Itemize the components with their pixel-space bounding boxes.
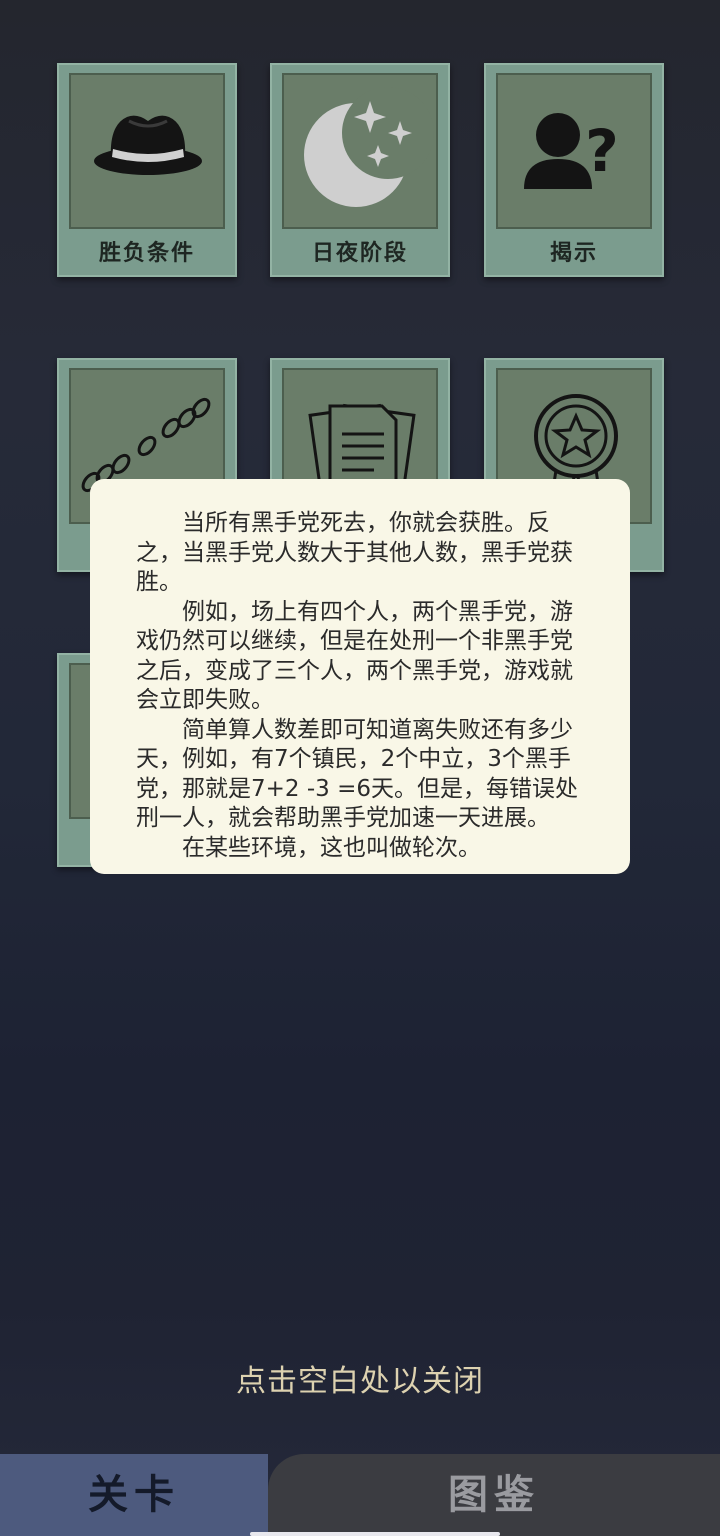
popup-paragraph: 简单算人数差即可知道离失败还有多少天，例如，有7个镇民，2个中立，3个黑手党，那… bbox=[136, 716, 578, 832]
popup-paragraph: 当所有黑手党死去，你就会获胜。反之，当黑手党人数大于其他人数，黑手党获胜。 bbox=[136, 510, 573, 595]
popup-paragraph: 在某些环境，这也叫做轮次。 bbox=[182, 834, 481, 861]
person-question-icon: ? bbox=[524, 113, 619, 189]
card-day-night-phase[interactable]: 日夜阶段 bbox=[270, 63, 450, 277]
close-hint: 点击空白处以关闭 bbox=[236, 1364, 484, 1399]
card-label: 揭示 bbox=[549, 241, 598, 266]
card-label: 胜负条件 bbox=[98, 241, 195, 266]
card-image bbox=[69, 73, 225, 229]
tab-codex[interactable]: 图鉴 bbox=[268, 1454, 720, 1536]
home-indicator bbox=[250, 1532, 500, 1536]
card-label: 日夜阶段 bbox=[311, 241, 408, 266]
tab-levels[interactable]: 关卡 bbox=[0, 1454, 268, 1536]
popup-paragraph: 例如，场上有四个人，两个黑手党，游戏仍然可以继续，但是在处刑一个非黑手党之后，变… bbox=[136, 598, 573, 714]
info-popup: 当所有黑手党死去，你就会获胜。反之，当黑手党人数大于其他人数，黑手党获胜。 例如… bbox=[90, 479, 630, 874]
moon-stars-icon bbox=[304, 87, 434, 207]
card-win-conditions[interactable]: 胜负条件 bbox=[57, 63, 237, 277]
svg-text:?: ? bbox=[585, 117, 619, 185]
card-image bbox=[282, 73, 438, 229]
card-image: ? bbox=[496, 73, 652, 229]
card-reveal[interactable]: ? 揭示 bbox=[484, 63, 664, 277]
fedora-hat-icon bbox=[94, 115, 202, 175]
